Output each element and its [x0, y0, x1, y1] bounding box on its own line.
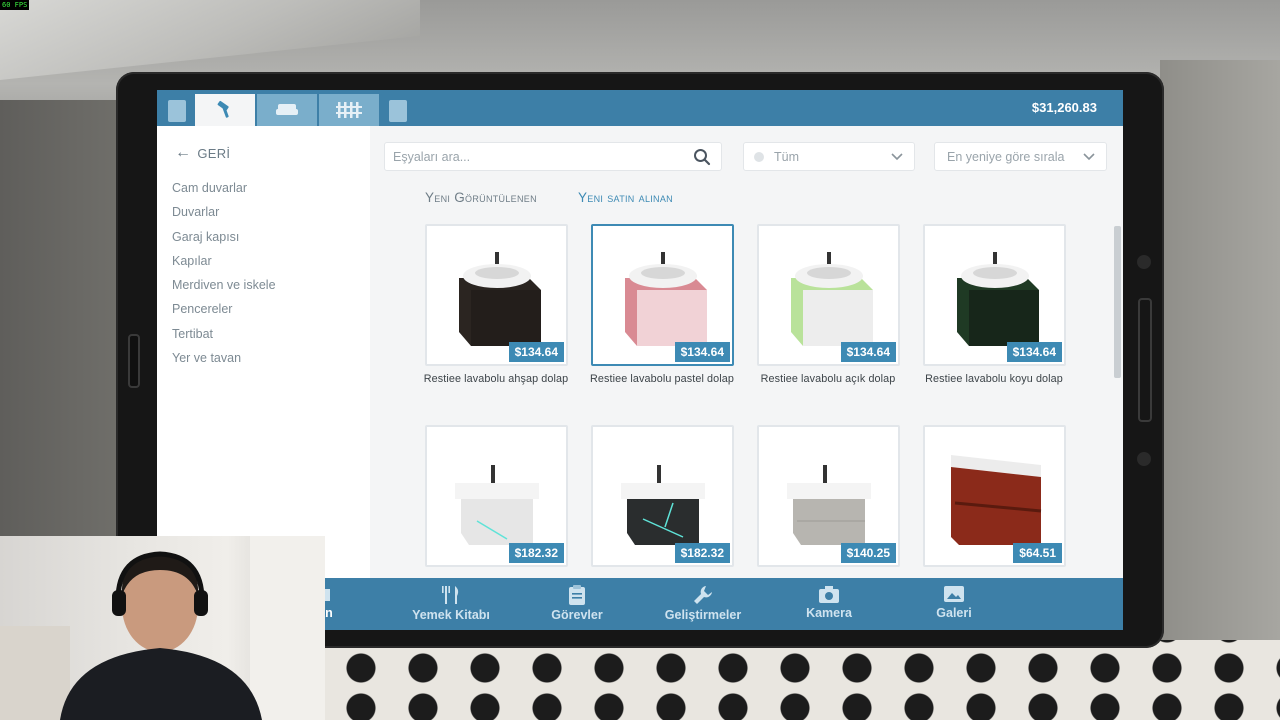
top-bar: $31,260.83 [157, 90, 1123, 126]
webcam-overlay [0, 536, 325, 720]
arrow-left-icon: ← [175, 144, 192, 161]
filter-value: Tüm [774, 150, 799, 164]
camera-icon [819, 586, 839, 603]
item-name: Restiee lavabolu açık dolap [760, 373, 896, 385]
hammer-icon [217, 100, 229, 118]
sort-select[interactable]: En yeniye göre sırala [934, 142, 1107, 171]
tab-recently-viewed[interactable]: Yeni Görüntülenen [425, 190, 537, 205]
nav-tasks[interactable]: Görevler [517, 584, 637, 628]
filter-select[interactable]: Tüm [743, 142, 915, 171]
nav-gallery[interactable]: Galeri [894, 584, 1014, 628]
nav-upgrades[interactable]: Geliştirmeler [643, 584, 763, 628]
item-card[interactable]: $134.64 [923, 224, 1066, 366]
category-item[interactable]: Pencereler [172, 297, 276, 321]
nav-label: Kamera [806, 606, 852, 620]
tab-build[interactable] [195, 94, 255, 126]
filter-dot-icon [754, 152, 764, 162]
webcam-person-image [0, 536, 325, 720]
chevron-down-icon [891, 153, 903, 161]
tab-decor[interactable] [319, 94, 379, 126]
item-name: Restiee lavabolu koyu dolap [925, 373, 1063, 385]
category-item[interactable]: Kapılar [172, 249, 276, 273]
tab-scroll-right[interactable] [389, 100, 407, 122]
tablet-side-button [128, 334, 140, 388]
cabinet-image [951, 455, 1042, 545]
tab-recently-bought[interactable]: Yeni satın alınan [578, 190, 673, 205]
search-input[interactable] [393, 147, 683, 167]
price-badge: $134.64 [1006, 342, 1062, 362]
fence-icon [336, 102, 362, 118]
back-label: GERİ [197, 145, 231, 161]
tablet-slot [1138, 298, 1152, 422]
item-card[interactable]: $140.25 [757, 425, 900, 567]
sink-cabinet-image [957, 252, 1039, 346]
category-item[interactable]: Garaj kapısı [172, 225, 276, 249]
sink-cabinet-image [787, 465, 871, 545]
item-card[interactable]: $64.51 [923, 425, 1066, 567]
nav-label: Geliştirmeler [664, 608, 742, 622]
scene-floor [320, 640, 1280, 720]
sink-cabinet-image [459, 252, 541, 346]
category-item[interactable]: Yer ve tavan [172, 346, 276, 370]
item-card[interactable]: $134.64 [757, 224, 900, 366]
item-card[interactable]: $182.32 [425, 425, 568, 567]
nav-label: Yemek Kitabı [412, 608, 490, 622]
image-icon [944, 586, 964, 602]
sink-cabinet-image [621, 465, 705, 545]
back-button[interactable]: ← GERİ [175, 144, 230, 162]
balance-label: $31,260.83 [1031, 100, 1097, 115]
item-card[interactable]: $134.64 [425, 224, 568, 366]
price-badge: $134.64 [840, 342, 896, 362]
nav-label: Galeri [936, 606, 972, 620]
clipboard-icon [569, 585, 585, 605]
wrench-icon [694, 586, 712, 604]
tab-scroll-left[interactable] [168, 100, 186, 122]
category-item[interactable]: Cam duvarlar [172, 176, 276, 200]
category-item[interactable]: Duvarlar [172, 200, 276, 224]
sink-cabinet-image [625, 252, 707, 346]
tab-furniture[interactable] [257, 94, 317, 126]
price-badge: $140.25 [840, 543, 896, 563]
category-item[interactable]: Merdiven ve iskele [172, 273, 276, 297]
category-list: Cam duvarlar Duvarlar Garaj kapısı Kapıl… [172, 176, 276, 370]
tablet-sensor-dot [1137, 452, 1151, 466]
price-badge: $64.51 [1013, 543, 1062, 563]
sofa-icon [276, 104, 298, 115]
price-badge: $182.32 [674, 543, 730, 563]
sort-value: En yeniye göre sırala [947, 150, 1065, 164]
scrollbar-thumb[interactable] [1114, 226, 1121, 378]
price-badge: $134.64 [674, 342, 730, 362]
nav-camera[interactable]: Kamera [769, 584, 889, 628]
sink-cabinet-image [455, 465, 539, 545]
tablet-camera-dot [1137, 255, 1151, 269]
item-name: Restiee lavabolu pastel dolap [590, 373, 734, 385]
price-badge: $182.32 [508, 543, 564, 563]
nav-label: Görevler [551, 608, 603, 622]
fps-counter: 60 FPS [0, 0, 30, 10]
category-item[interactable]: Tertibat [172, 322, 276, 346]
chevron-down-icon [1083, 153, 1095, 161]
item-name: Restiee lavabolu ahşap dolap [423, 373, 569, 385]
category-sidebar: ← GERİ Cam duvarlar Duvarlar Garaj kapıs… [157, 126, 370, 578]
nav-cookbook[interactable]: Yemek Kitabı [391, 584, 511, 628]
sink-cabinet-image [791, 252, 873, 346]
search-icon[interactable] [693, 148, 711, 166]
item-card[interactable]: $134.64 [591, 224, 734, 366]
item-card[interactable]: $182.32 [591, 425, 734, 567]
fork-knife-icon [442, 586, 459, 604]
scene-wall-right [1160, 60, 1280, 660]
search-box [384, 142, 722, 171]
price-badge: $134.64 [508, 342, 564, 362]
